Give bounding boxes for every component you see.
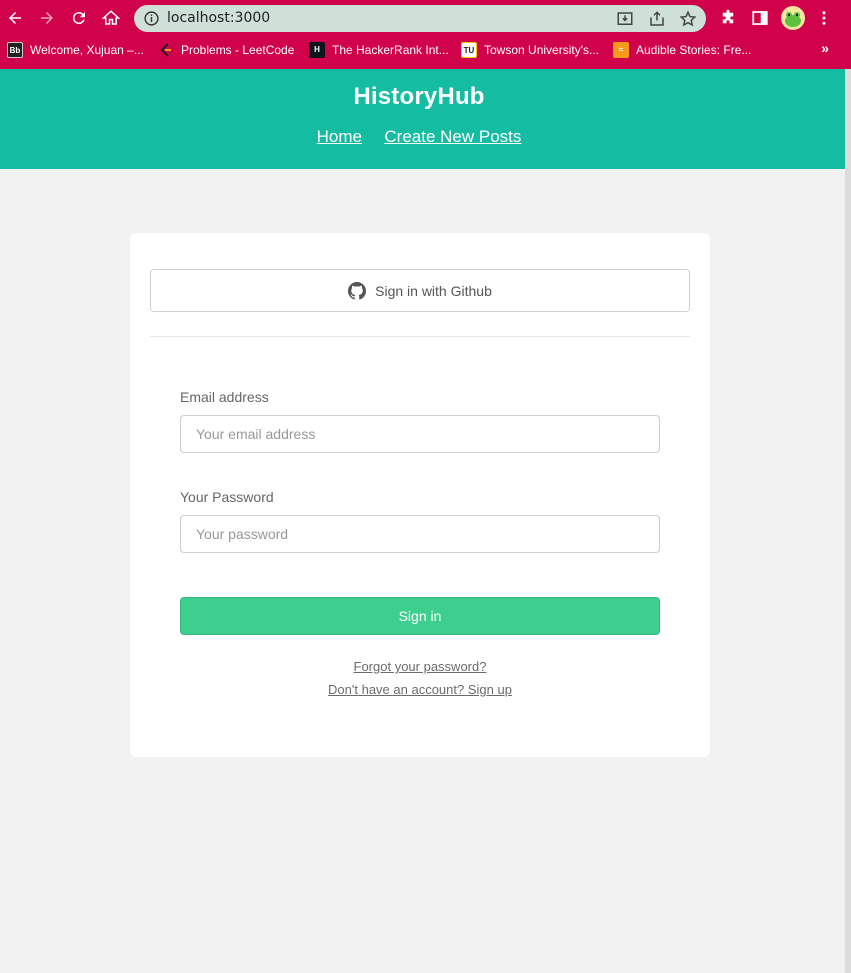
kebab-menu-icon [822, 11, 826, 25]
password-label: Your Password [180, 489, 274, 505]
email-field[interactable] [180, 415, 660, 453]
puzzle-icon [722, 9, 734, 24]
nav-home-link[interactable]: Home [317, 127, 362, 146]
browser-chrome: localhost:3000 Bb Welcome, Xujuan –... P… [0, 0, 851, 69]
extensions-button[interactable] [717, 7, 739, 29]
frog-avatar-icon [780, 5, 805, 30]
back-button[interactable] [3, 6, 27, 30]
password-field[interactable] [180, 515, 660, 553]
audible-icon: ≈ [613, 42, 629, 58]
bookmark-blackboard[interactable]: Bb Welcome, Xujuan –... [7, 41, 144, 59]
towson-icon: TU [461, 42, 477, 58]
bookmarks-bar: Bb Welcome, Xujuan –... Problems - LeetC… [0, 36, 851, 64]
bookmark-label: Audible Stories: Fre... [636, 43, 752, 57]
bookmark-label: Problems - LeetCode [181, 43, 295, 57]
forward-button[interactable] [35, 6, 59, 30]
star-icon[interactable] [679, 10, 697, 28]
github-sign-in-button[interactable]: Sign in with Github [150, 269, 690, 312]
bookmark-towson[interactable]: TU Towson University's... [461, 41, 599, 59]
browser-menu-button[interactable] [813, 7, 835, 29]
side-panel-icon [752, 11, 768, 25]
arrow-left-icon [9, 12, 21, 24]
install-icon[interactable] [616, 10, 634, 28]
bookmark-leetcode[interactable]: Problems - LeetCode [158, 41, 294, 59]
blackboard-icon: Bb [7, 42, 23, 58]
info-icon[interactable] [143, 10, 160, 27]
side-panel-button[interactable] [749, 7, 771, 29]
more-bookmarks-button[interactable]: » [821, 40, 829, 56]
home-icon [102, 10, 120, 25]
address-bar[interactable]: localhost:3000 [134, 5, 706, 32]
sign-up-link[interactable]: Don't have an account? Sign up [328, 682, 512, 697]
site-header: HistoryHub Home Create New Posts [0, 69, 845, 169]
github-button-label: Sign in with Github [375, 282, 492, 299]
bookmark-hackerrank[interactable]: H The HackerRank Int... [309, 41, 449, 59]
profile-avatar[interactable] [780, 5, 805, 30]
scrollbar[interactable] [845, 69, 851, 973]
nav-create-posts-link[interactable]: Create New Posts [384, 127, 521, 146]
forgot-password-row: Forgot your password? [130, 659, 710, 674]
bookmark-audible[interactable]: ≈ Audible Stories: Fre... [613, 41, 751, 59]
forgot-password-link[interactable]: Forgot your password? [354, 659, 487, 674]
sign-up-row: Don't have an account? Sign up [130, 682, 710, 697]
home-button[interactable] [99, 6, 123, 30]
bookmark-label: The HackerRank Int... [332, 43, 449, 57]
leetcode-icon [158, 42, 174, 58]
github-icon [348, 281, 367, 300]
reload-button[interactable] [67, 6, 91, 30]
email-label: Email address [180, 389, 269, 405]
site-nav: Home Create New Posts [0, 127, 838, 147]
sign-in-button[interactable]: Sign in [180, 597, 660, 635]
sign-in-card: Sign in with Github Email address Your P… [130, 233, 710, 757]
url-text[interactable]: localhost:3000 [167, 10, 270, 26]
hackerrank-icon: H [309, 42, 325, 58]
bookmark-label: Towson University's... [484, 43, 599, 57]
arrow-right-icon [41, 12, 53, 24]
bookmark-label: Welcome, Xujuan –... [30, 43, 144, 57]
divider [150, 336, 690, 337]
share-icon[interactable] [648, 10, 666, 28]
reload-icon [72, 12, 85, 25]
site-title: HistoryHub [353, 83, 485, 110]
browser-toolbar: localhost:3000 [0, 0, 851, 36]
